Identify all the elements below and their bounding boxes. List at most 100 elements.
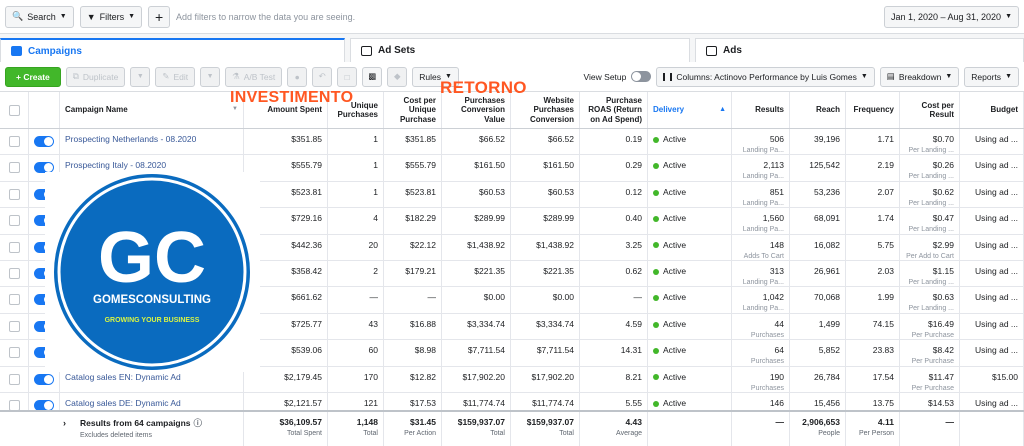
- column-label: Purchases Conversion Value: [460, 95, 505, 124]
- row-select-cell[interactable]: [0, 261, 29, 287]
- row-checkbox[interactable]: [8, 188, 20, 200]
- col-budget[interactable]: Budget: [960, 92, 1024, 128]
- budget-cell[interactable]: Using ad ...: [960, 340, 1024, 366]
- col-campaign-name[interactable]: Campaign Name ▼: [60, 92, 244, 128]
- purchase-roas-cell: 0.62: [580, 261, 648, 287]
- cost-per-unique-purchase-cell: $182.29: [384, 208, 442, 234]
- col-purchase-roas[interactable]: Purchase ROAS (Return on Ad Spend): [580, 92, 648, 128]
- reach-cell: 1,499: [790, 313, 846, 340]
- col-delivery[interactable]: Delivery ▲: [648, 92, 732, 128]
- ab-test-button[interactable]: ⚗ A/B Test: [225, 66, 283, 87]
- budget-cell[interactable]: Using ad ...: [960, 129, 1024, 155]
- cost-per-result-cell: $2.99 Per Add to Cart: [900, 234, 960, 260]
- unique-purchases-cell: 1: [328, 155, 384, 181]
- campaign-name-cell[interactable]: Prospecting Netherlands - 08.2020: [60, 129, 244, 155]
- row-checkbox[interactable]: [8, 215, 20, 227]
- budget-cell[interactable]: $15.00: [960, 366, 1024, 392]
- search-button[interactable]: 🔍 Search ▼: [5, 5, 74, 28]
- budget-cell[interactable]: Using ad ...: [960, 181, 1024, 208]
- chevron-right-icon[interactable]: ›: [63, 418, 66, 428]
- results-type: Purchases: [750, 331, 784, 339]
- row-select-cell[interactable]: [0, 234, 29, 260]
- budget-cell[interactable]: Using ad ...: [960, 261, 1024, 287]
- budget-cell[interactable]: Using ad ...: [960, 155, 1024, 181]
- campaign-on-off-toggle[interactable]: [34, 136, 54, 147]
- footer-pcv-value: $159,937.07: [457, 417, 505, 427]
- col-cost-per-unique-purchase[interactable]: Cost per Unique Purchase: [384, 92, 442, 128]
- row-select-cell[interactable]: [0, 340, 29, 366]
- cost-per-result-value: $0.63: [932, 292, 954, 303]
- row-select-cell[interactable]: [0, 155, 29, 181]
- budget-cell[interactable]: Using ad ...: [960, 287, 1024, 313]
- duplicate-button[interactable]: ⧉ Duplicate: [65, 66, 126, 87]
- row-checkbox[interactable]: [8, 320, 20, 332]
- create-button[interactable]: + Create: [5, 66, 61, 87]
- add-filter-button[interactable]: +: [148, 5, 171, 28]
- results-cell: 148 Adds To Cart: [732, 234, 790, 260]
- purchases-conversion-value-value: $1,438.92: [467, 239, 505, 250]
- row-checkbox[interactable]: [8, 347, 20, 359]
- cost-per-result-value: $11.47: [928, 371, 954, 382]
- budget-cell[interactable]: Using ad ...: [960, 313, 1024, 340]
- lock-button[interactable]: ●: [287, 66, 308, 87]
- edit-dropdown[interactable]: ▼: [200, 66, 221, 87]
- budget-cell[interactable]: Using ad ...: [960, 208, 1024, 234]
- row-select-cell[interactable]: [0, 313, 29, 340]
- row-select-cell[interactable]: [0, 208, 29, 234]
- amount-spent-value: $442.36: [291, 239, 322, 250]
- footer-cpu-label: Per Action: [404, 430, 436, 437]
- cost-per-result-type: Per Purchase: [911, 331, 954, 339]
- col-results[interactable]: Results: [732, 92, 790, 128]
- row-select-cell[interactable]: [0, 129, 29, 155]
- unique-purchases-value: 43: [368, 318, 378, 329]
- row-select-cell[interactable]: [0, 181, 29, 208]
- col-cost-per-result[interactable]: Cost per Result: [900, 92, 960, 128]
- sort-ascending-icon[interactable]: ▲: [719, 105, 726, 115]
- col-frequency[interactable]: Frequency: [846, 92, 900, 128]
- row-toggle-cell[interactable]: [29, 129, 60, 155]
- website-purchases-conversion-cell: $60.53: [511, 181, 580, 208]
- date-range-picker[interactable]: Jan 1, 2020 – Aug 31, 2020 ▼: [883, 5, 1019, 28]
- row-checkbox[interactable]: [8, 268, 20, 279]
- breakdown-dropdown[interactable]: ▤ Breakdown ▼: [879, 66, 960, 87]
- tag-icon: ◆: [393, 71, 401, 81]
- col-reach[interactable]: Reach: [790, 92, 846, 128]
- results-type: Purchases: [750, 358, 784, 366]
- row-checkbox[interactable]: [8, 241, 20, 253]
- tab-campaigns[interactable]: Campaigns: [0, 38, 345, 62]
- row-select-cell[interactable]: [0, 366, 29, 392]
- view-setup-toggle[interactable]: View Setup: [584, 71, 652, 82]
- tab-label: Ads: [723, 45, 742, 56]
- row-select-cell[interactable]: [0, 287, 29, 313]
- chevron-down-icon: ▼: [945, 73, 953, 80]
- edit-button[interactable]: ✎ Edit: [155, 66, 196, 87]
- delete-button[interactable]: □: [337, 66, 358, 87]
- table-row[interactable]: Prospecting Netherlands - 08.2020 $351.85…: [0, 129, 1024, 156]
- info-icon[interactable]: ⓘ: [194, 418, 203, 428]
- purchases-conversion-value-value: $66.52: [479, 134, 505, 144]
- select-all-cell[interactable]: [0, 92, 29, 128]
- tab-ad-sets[interactable]: Ad Sets: [350, 38, 690, 62]
- tag-button[interactable]: ◆: [387, 66, 408, 87]
- columns-dropdown[interactable]: Columns: Actinovo Performance by Luis Go…: [656, 66, 875, 87]
- cost-per-result-value: $16.49: [928, 318, 954, 329]
- row-checkbox[interactable]: [8, 162, 20, 174]
- filters-button[interactable]: ▼ Filters ▼: [79, 5, 143, 28]
- budget-cell[interactable]: Using ad ...: [960, 234, 1024, 260]
- row-checkbox[interactable]: [8, 294, 20, 306]
- budget-value: Using ad ...: [975, 134, 1018, 144]
- tab-ads[interactable]: Ads: [695, 38, 1024, 62]
- row-checkbox[interactable]: [8, 136, 20, 147]
- row-checkbox[interactable]: [8, 373, 20, 385]
- reports-dropdown[interactable]: Reports ▼: [964, 66, 1019, 87]
- duplicate-dropdown[interactable]: ▼: [130, 66, 151, 87]
- results-value: 190: [769, 371, 784, 382]
- preview-button[interactable]: ▩: [362, 66, 383, 87]
- purchase-roas-value: 14.31: [620, 345, 642, 356]
- purchases-conversion-value-value: $289.99: [474, 213, 505, 224]
- footer-expand-cell[interactable]: › Results from 64 campaigns ⓘ Excludes dele…: [0, 412, 244, 446]
- campaign-on-off-toggle[interactable]: [34, 373, 54, 385]
- undo-button[interactable]: ↶: [312, 66, 333, 87]
- select-all-checkbox[interactable]: [8, 104, 20, 116]
- filter-hint[interactable]: Add filters to narrow the data you are s…: [176, 12, 878, 22]
